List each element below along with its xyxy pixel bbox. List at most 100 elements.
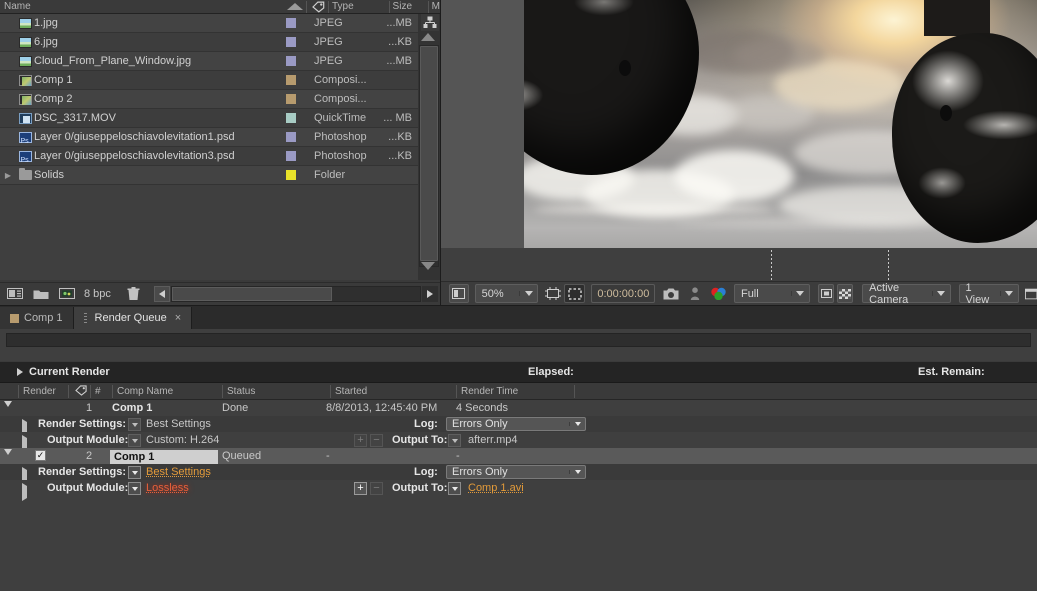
output-module-dropdown[interactable]: [128, 434, 141, 447]
current-time-display[interactable]: 0:00:00:00: [591, 284, 656, 303]
column-header-more-label: M: [431, 0, 440, 12]
camera-select[interactable]: Active Camera: [862, 282, 951, 306]
scroll-down-arrow-icon[interactable]: [421, 262, 435, 270]
project-item-list[interactable]: 1.jpg JPEG ...MB 6.jpg JPEG ...KB Cloud_…: [0, 14, 418, 280]
panel-divider[interactable]: [771, 250, 772, 280]
log-label: Log:: [414, 466, 438, 478]
project-settings-icon[interactable]: [56, 285, 78, 303]
list-item[interactable]: 1.jpg JPEG ...MB: [0, 14, 418, 33]
output-module-value[interactable]: Custom: H.264: [146, 432, 219, 448]
remove-output-module-button[interactable]: −: [370, 482, 383, 495]
add-output-module-button[interactable]: +: [354, 434, 367, 447]
delete-icon[interactable]: [123, 285, 145, 303]
mask-selection-icon[interactable]: [563, 284, 586, 303]
close-icon[interactable]: ×: [175, 307, 181, 329]
magnification-select[interactable]: 50%: [474, 284, 539, 303]
log-select[interactable]: Errors Only: [446, 417, 586, 431]
render-settings-dropdown[interactable]: [128, 466, 141, 479]
panel-divider[interactable]: [888, 250, 889, 280]
tab-comp-1[interactable]: Comp 1: [0, 307, 74, 329]
output-module-value[interactable]: Lossless: [146, 480, 189, 496]
output-to-value[interactable]: Comp 1.avi: [468, 480, 524, 496]
item-name: Layer 0/giuseppeloschiavolevitation1.psd: [34, 130, 235, 143]
column-header-spare[interactable]: [574, 383, 1037, 400]
tab-render-queue[interactable]: Render Queue ×: [73, 307, 193, 329]
disclosure-triangle-icon[interactable]: ▶: [0, 166, 16, 185]
output-module-label: Output Module:: [47, 482, 129, 494]
output-to-dropdown[interactable]: [448, 482, 461, 495]
log-select[interactable]: Errors Only: [446, 465, 586, 479]
item-size: ...KB: [388, 35, 412, 48]
render-queue-item-row[interactable]: 1 Comp 1 Done 8/8/2013, 12:45:40 PM 4 Se…: [0, 400, 1037, 419]
column-header-label-tag[interactable]: [68, 383, 90, 400]
column-header-render[interactable]: Render: [18, 383, 68, 400]
render-checkbox[interactable]: ✓: [35, 450, 46, 461]
show-snapshot-icon[interactable]: [687, 284, 703, 303]
render-settings-value[interactable]: Best Settings: [146, 464, 211, 480]
vertical-scrollbar-thumb[interactable]: [420, 46, 438, 261]
label-swatch[interactable]: [286, 18, 296, 28]
scroll-right-arrow-icon[interactable]: [422, 285, 438, 302]
list-item[interactable]: 6.jpg JPEG ...KB: [0, 33, 418, 52]
toggle-pixel-aspect-icon[interactable]: [817, 284, 835, 303]
label-swatch[interactable]: [286, 170, 296, 180]
column-header-label-tag[interactable]: [306, 0, 310, 14]
column-header-comp-name[interactable]: Comp Name: [112, 383, 222, 400]
list-item[interactable]: Cloud_From_Plane_Window.jpg JPEG ...MB: [0, 52, 418, 71]
column-header-type[interactable]: Type: [327, 0, 389, 14]
label-swatch[interactable]: [286, 75, 296, 85]
take-snapshot-icon[interactable]: [661, 284, 680, 303]
disclosure-triangle-icon[interactable]: [17, 368, 23, 376]
transparency-grid-icon[interactable]: [837, 284, 854, 303]
horizontal-scrollbar-track[interactable]: [170, 285, 421, 302]
render-settings-value[interactable]: Best Settings: [146, 416, 211, 432]
output-to-dropdown[interactable]: [448, 434, 461, 447]
column-header-number[interactable]: #: [90, 383, 112, 400]
label-swatch[interactable]: [286, 132, 296, 142]
item-comp-name[interactable]: Comp 1: [112, 400, 152, 416]
new-folder-icon[interactable]: [30, 285, 52, 303]
list-item[interactable]: Comp 2 Composi...: [0, 90, 418, 109]
always-preview-icon[interactable]: [449, 284, 469, 303]
list-item[interactable]: Layer 0/giuseppeloschiavolevitation1.psd…: [0, 128, 418, 151]
render-settings-dropdown[interactable]: [128, 418, 141, 431]
column-header-render-time[interactable]: Render Time: [456, 383, 574, 400]
new-composition-icon[interactable]: [4, 285, 26, 303]
resolution-select[interactable]: Full: [733, 284, 810, 303]
view-layout-select[interactable]: 1 View: [958, 282, 1019, 306]
list-item[interactable]: Layer 0/giuseppeloschiavolevitation3.psd…: [0, 147, 418, 170]
column-header-more[interactable]: M: [427, 0, 440, 14]
show-channel-icon[interactable]: [709, 284, 728, 303]
column-header-size[interactable]: Size: [388, 0, 428, 14]
item-type: QuickTime: [314, 111, 367, 124]
add-output-module-button[interactable]: +: [354, 482, 367, 495]
output-to-value[interactable]: afterr.mp4: [468, 432, 518, 448]
label-swatch[interactable]: [286, 56, 296, 66]
label-swatch[interactable]: [286, 113, 296, 123]
horizontal-scrollbar-thumb[interactable]: [171, 286, 332, 301]
column-header-status[interactable]: Status: [222, 383, 330, 400]
log-value: Errors Only: [452, 466, 508, 478]
scroll-left-arrow-icon[interactable]: [153, 285, 170, 302]
viewer-canvas[interactable]: [441, 0, 1037, 248]
bit-depth-label[interactable]: 8 bpc: [84, 288, 111, 300]
output-module-dropdown[interactable]: [128, 482, 141, 495]
column-header-started[interactable]: Started: [330, 383, 456, 400]
list-item[interactable]: Comp 1 Composi...: [0, 71, 418, 90]
scroll-up-arrow-icon[interactable]: [421, 33, 435, 41]
item-comp-name[interactable]: Comp 1: [110, 450, 218, 464]
render-queue-item-row[interactable]: ✓ 2 Comp 1 Queued - -: [0, 448, 1037, 467]
column-header-name[interactable]: Name: [0, 0, 306, 14]
timeline-icon[interactable]: [1024, 284, 1037, 303]
remove-output-module-button[interactable]: −: [370, 434, 383, 447]
disclosure-triangle-icon[interactable]: [22, 483, 27, 501]
chevron-down-icon: [569, 422, 585, 426]
label-swatch[interactable]: [286, 37, 296, 47]
label-swatch[interactable]: [286, 151, 296, 161]
region-of-interest-icon[interactable]: [544, 284, 562, 303]
label-swatch[interactable]: [286, 94, 296, 104]
project-hierarchy-icon[interactable]: [421, 14, 439, 31]
drag-grip-icon[interactable]: [83, 312, 87, 324]
list-item[interactable]: DSC_3317.MOV QuickTime ... MB: [0, 109, 418, 128]
list-item[interactable]: ▶ Solids Folder: [0, 166, 418, 185]
